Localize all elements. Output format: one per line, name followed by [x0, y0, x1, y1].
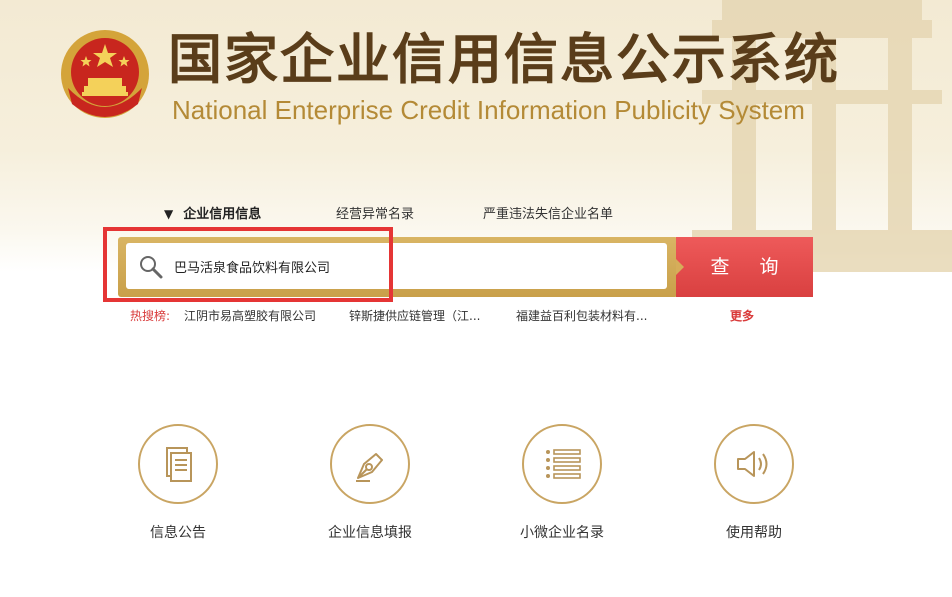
feature-help[interactable]: 使用帮助: [694, 424, 814, 554]
national-emblem-icon: [61, 30, 149, 118]
feature-label: 信息公告: [150, 525, 206, 541]
speaker-icon: [737, 451, 768, 477]
site-title-en: National Enterprise Credit Information P…: [172, 95, 805, 125]
triangle-down-icon: ▼: [164, 207, 174, 221]
hot-search-label: 热搜榜:: [130, 309, 171, 323]
feature-circle: [522, 424, 602, 504]
feature-circle: [330, 424, 410, 504]
hot-search-more-link[interactable]: 更多: [730, 307, 754, 324]
tab-serious-violations[interactable]: 严重违法失信企业名单: [483, 203, 613, 222]
annotation-highlight-box: [103, 227, 393, 302]
tab-abnormal-operations[interactable]: 经营异常名录: [336, 203, 414, 222]
feature-small-enterprise-list[interactable]: 小微企业名录: [502, 424, 622, 554]
hot-search-item[interactable]: 江阴市易高塑胶有限公司: [184, 307, 316, 324]
feature-circle: [714, 424, 794, 504]
document-icon: [166, 447, 192, 482]
feature-label: 企业信息填报: [328, 525, 412, 541]
tab-enterprise-credit[interactable]: ▼ 企业信用信息: [164, 203, 261, 222]
hot-search-item[interactable]: 福建益百利包装材料有...: [516, 307, 647, 324]
search-tabs: ▼ 企业信用信息 经营异常名录 严重违法失信企业名单: [0, 203, 952, 223]
hot-search-bar: 热搜榜: 江阴市易高塑胶有限公司 锌斯捷供应链管理（江... 福建益百利包装材料…: [130, 307, 830, 327]
pen-nib-icon: [356, 453, 383, 482]
hot-search-item[interactable]: 锌斯捷供应链管理（江...: [349, 307, 480, 324]
feature-circle: [138, 424, 218, 504]
site-title-cn: 国家企业信用信息公示系统: [168, 28, 840, 91]
tab-label: 企业信用信息: [183, 207, 262, 222]
list-icon: [546, 449, 581, 479]
feature-label: 小微企业名录: [520, 525, 604, 541]
search-button[interactable]: 查 询: [676, 237, 813, 297]
feature-info-notice[interactable]: 信息公告: [118, 424, 238, 554]
feature-label: 使用帮助: [726, 525, 782, 541]
feature-enterprise-report[interactable]: 企业信息填报: [310, 424, 430, 554]
